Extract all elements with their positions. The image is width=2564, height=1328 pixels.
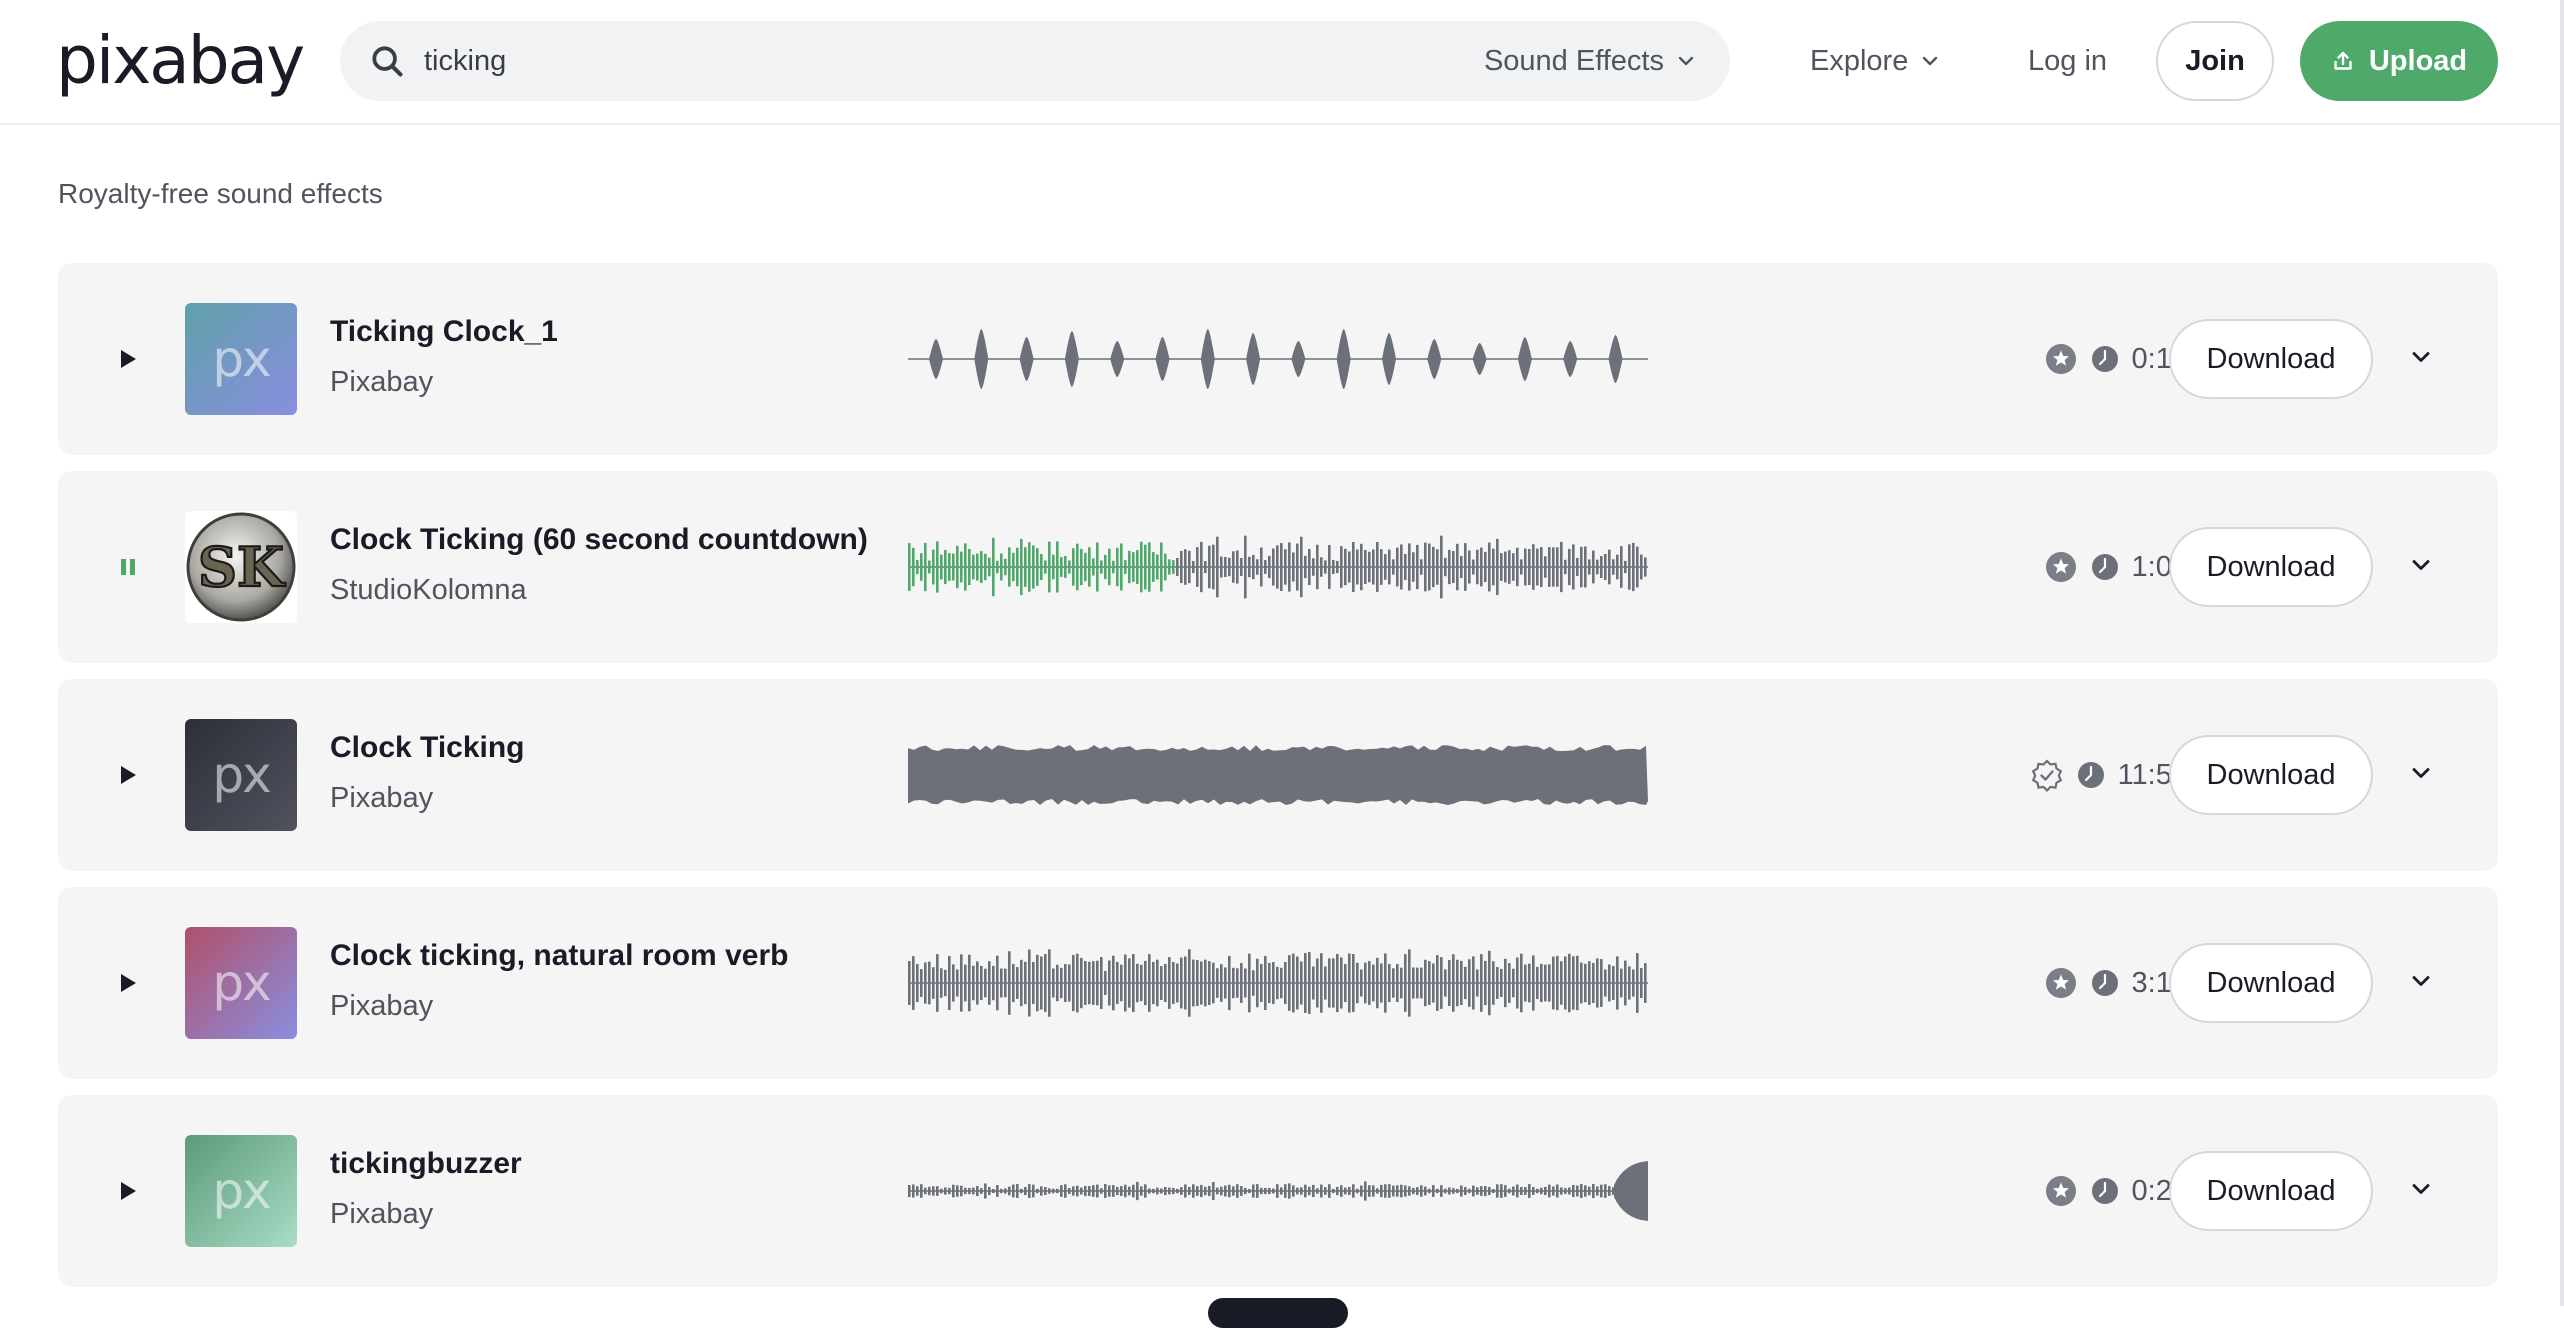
star-badge-icon bbox=[2045, 1176, 2076, 1206]
track-row[interactable]: px tickingbuzzer Pixabay 0:28 Download bbox=[58, 1095, 2498, 1287]
track-title[interactable]: Ticking Clock_1 bbox=[330, 315, 558, 349]
pixabay-mark-icon: px bbox=[212, 954, 271, 1012]
track-author[interactable]: Pixabay bbox=[330, 366, 433, 399]
clock-icon bbox=[2091, 970, 2118, 996]
play-button[interactable] bbox=[110, 1173, 146, 1209]
clock-icon bbox=[2091, 346, 2118, 372]
waveform[interactable] bbox=[908, 943, 1648, 1023]
studiokolomna-logo: SK bbox=[185, 511, 297, 623]
track-meta: 0:28 bbox=[2044, 1165, 2188, 1217]
chevron-down-icon bbox=[2412, 352, 2430, 362]
track-row[interactable]: px Clock ticking, natural room verb Pixa… bbox=[58, 887, 2498, 1079]
explore-menu[interactable]: Explore bbox=[1810, 21, 1940, 101]
chevron-down-icon bbox=[2412, 768, 2430, 778]
waveform[interactable] bbox=[908, 319, 1648, 399]
expand-button[interactable] bbox=[2403, 1171, 2439, 1207]
track-thumbnail[interactable]: px bbox=[185, 303, 297, 415]
search-type-dropdown[interactable]: Sound Effects bbox=[1484, 21, 1696, 101]
join-button[interactable]: Join bbox=[2156, 21, 2274, 101]
clock-icon bbox=[2077, 762, 2104, 788]
track-thumbnail[interactable]: px bbox=[185, 927, 297, 1039]
upload-label: Upload bbox=[2368, 44, 2468, 77]
chevron-down-icon bbox=[1678, 56, 1694, 66]
download-button[interactable]: Download bbox=[2169, 319, 2373, 399]
download-button[interactable]: Download bbox=[2169, 735, 2373, 815]
play-icon bbox=[121, 766, 136, 784]
download-button[interactable]: Download bbox=[2169, 943, 2373, 1023]
download-button[interactable]: Download bbox=[2169, 1151, 2373, 1231]
expand-button[interactable] bbox=[2403, 339, 2439, 375]
waveform[interactable] bbox=[908, 1151, 1648, 1231]
track-meta: 0:16 bbox=[2044, 333, 2188, 385]
waveform[interactable] bbox=[908, 527, 1648, 607]
track-row[interactable]: px Clock Ticking Pixabay 11:50 Download bbox=[58, 679, 2498, 871]
clock-icon bbox=[2091, 1178, 2118, 1204]
track-meta: 3:19 bbox=[2044, 957, 2188, 1009]
play-icon bbox=[121, 974, 136, 992]
upload-icon bbox=[2334, 51, 2352, 70]
chevron-down-icon bbox=[1923, 56, 1938, 66]
track-row[interactable]: px Ticking Clock_1 Pixabay 0:16 Download bbox=[58, 263, 2498, 455]
track-thumbnail[interactable]: SK bbox=[185, 511, 297, 623]
pixabay-mark-icon: px bbox=[212, 1162, 271, 1220]
pause-button[interactable] bbox=[110, 549, 146, 585]
track-thumbnail[interactable]: px bbox=[185, 1135, 297, 1247]
track-author[interactable]: Pixabay bbox=[330, 990, 433, 1023]
expand-button[interactable] bbox=[2403, 963, 2439, 999]
track-meta: 11:50 bbox=[2030, 749, 2188, 801]
search-type-label: Sound Effects bbox=[1483, 45, 1664, 77]
svg-text:SK: SK bbox=[198, 535, 286, 599]
play-button[interactable] bbox=[110, 965, 146, 1001]
track-meta: 1:00 bbox=[2044, 541, 2188, 593]
scrollbar[interactable] bbox=[2560, 0, 2564, 1306]
chevron-down-icon bbox=[2412, 1184, 2430, 1194]
search-input[interactable] bbox=[424, 35, 1424, 87]
play-icon bbox=[121, 1182, 136, 1200]
track-author[interactable]: Pixabay bbox=[330, 1198, 433, 1231]
pause-icon bbox=[121, 559, 135, 575]
play-icon bbox=[121, 350, 136, 368]
track-author[interactable]: StudioKolomna bbox=[330, 574, 527, 607]
search-icon bbox=[372, 46, 403, 77]
track-author[interactable]: Pixabay bbox=[330, 782, 433, 815]
star-badge-icon bbox=[2045, 552, 2076, 582]
chevron-down-icon bbox=[2412, 976, 2430, 986]
track-thumbnail[interactable]: px bbox=[185, 719, 297, 831]
upload-button[interactable]: Upload bbox=[2300, 21, 2498, 101]
expand-button[interactable] bbox=[2403, 547, 2439, 583]
login-link[interactable]: Log in bbox=[2028, 21, 2107, 101]
clock-icon bbox=[2091, 554, 2118, 580]
verified-badge-icon bbox=[2031, 759, 2062, 792]
play-button[interactable] bbox=[110, 341, 146, 377]
track-title[interactable]: Clock ticking, natural room verb bbox=[330, 939, 788, 973]
track-title[interactable]: Clock Ticking (60 second countdown) bbox=[330, 523, 868, 557]
star-badge-icon bbox=[2045, 968, 2076, 998]
download-button[interactable]: Download bbox=[2169, 527, 2373, 607]
top-navigation-bar: pixabay Sound Effects Explore Log in Joi… bbox=[0, 0, 2564, 125]
pixabay-mark-icon: px bbox=[212, 330, 271, 388]
play-button[interactable] bbox=[110, 757, 146, 793]
waveform[interactable] bbox=[908, 735, 1648, 815]
explore-label: Explore bbox=[1810, 44, 1909, 77]
floating-pill[interactable] bbox=[1208, 1298, 1348, 1328]
expand-button[interactable] bbox=[2403, 755, 2439, 791]
chevron-down-icon bbox=[2412, 560, 2430, 570]
pixabay-mark-icon: px bbox=[212, 746, 271, 804]
page-subtitle: Royalty-free sound effects bbox=[58, 178, 383, 209]
track-title[interactable]: Clock Ticking bbox=[330, 731, 525, 765]
star-badge-icon bbox=[2045, 344, 2076, 374]
pixabay-logo[interactable]: pixabay bbox=[56, 26, 305, 96]
track-row[interactable]: SK Clock Ticking (60 second countdown) S… bbox=[58, 471, 2498, 663]
track-title[interactable]: tickingbuzzer bbox=[330, 1147, 522, 1181]
search-bar: Sound Effects bbox=[340, 21, 1730, 101]
